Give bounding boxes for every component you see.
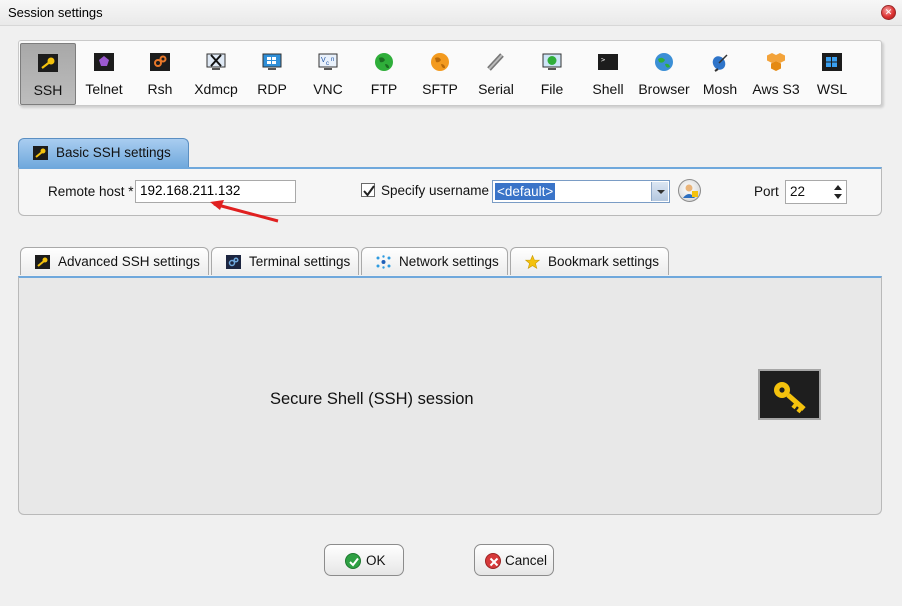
tab-network-settings[interactable]: Network settings	[361, 247, 508, 275]
session-type-xdmcp[interactable]: Xdmcp	[188, 43, 244, 105]
file-monitor-icon	[542, 53, 562, 70]
session-type-ssh[interactable]: SSH	[20, 43, 76, 105]
ftp-globe-icon	[375, 53, 393, 71]
xdmcp-icon	[206, 53, 226, 70]
ssh-key-large-icon	[758, 369, 821, 420]
session-type-ftp[interactable]: FTP	[356, 43, 412, 105]
session-type-sftp[interactable]: SFTP	[412, 43, 468, 105]
remote-host-label: Remote host *	[48, 184, 134, 199]
user-icon	[683, 184, 698, 198]
aws-s3-icon	[767, 53, 785, 71]
mosh-satellite-icon	[712, 54, 728, 72]
session-description: Secure Shell (SSH) session	[270, 390, 474, 408]
session-type-rsh[interactable]: Rsh	[132, 43, 188, 105]
specify-username-checkbox[interactable]	[361, 183, 375, 197]
session-type-rdp[interactable]: RDP	[244, 43, 300, 105]
svg-text:>: >	[601, 56, 605, 64]
annotation-arrow-icon	[210, 200, 279, 223]
svg-text:c: c	[326, 61, 329, 67]
tab-terminal-settings[interactable]: Terminal settings	[211, 247, 359, 275]
check-circle-icon	[345, 553, 361, 569]
session-type-telnet[interactable]: Telnet	[76, 43, 132, 105]
shell-terminal-icon: >	[598, 54, 618, 70]
port-stepper[interactable]: 22	[785, 180, 847, 204]
rsh-icon	[150, 53, 170, 71]
tab-advanced-ssh-settings[interactable]: Advanced SSH settings	[20, 247, 209, 275]
key-icon	[774, 382, 806, 414]
close-button[interactable]: ✕	[881, 5, 896, 20]
session-type-browser[interactable]: Browser	[636, 43, 692, 105]
username-selected-value: <default>	[495, 183, 556, 200]
tab-basic-ssh-settings[interactable]: Basic SSH settings	[18, 138, 189, 168]
vnc-monitor-icon: V c n	[318, 53, 338, 70]
wrench-key-icon	[33, 146, 48, 160]
terminal-icon	[226, 255, 241, 269]
session-type-shell[interactable]: > Shell	[580, 43, 636, 105]
wsl-windows-icon	[822, 53, 842, 71]
session-type-toolbar: SSH Telnet Rsh Xdmcp RDP V c n VNC FTP S…	[18, 40, 882, 106]
sftp-globe-icon	[431, 53, 449, 71]
session-type-file[interactable]: File	[524, 43, 580, 105]
close-icon: ✕	[884, 7, 893, 17]
cancel-button[interactable]: Cancel	[474, 544, 554, 576]
ok-button[interactable]: OK	[324, 544, 404, 576]
browser-globe-icon	[655, 53, 673, 71]
star-icon	[525, 255, 540, 269]
session-type-serial[interactable]: Serial	[468, 43, 524, 105]
wrench-key-icon	[35, 255, 50, 269]
network-icon	[376, 255, 391, 269]
checkmark-icon	[363, 185, 375, 197]
specify-username-label: Specify username	[381, 183, 490, 198]
rdp-monitor-icon	[262, 53, 282, 70]
session-type-mosh[interactable]: Mosh	[692, 43, 748, 105]
user-manager-button[interactable]	[678, 179, 701, 202]
port-label: Port	[754, 184, 779, 199]
username-combobox[interactable]: <default>	[492, 180, 670, 203]
ssh-key-icon	[38, 54, 58, 72]
telnet-icon	[94, 53, 114, 71]
spin-arrows-icon[interactable]	[833, 183, 843, 201]
chevron-down-icon[interactable]	[651, 182, 668, 201]
port-value: 22	[790, 184, 806, 199]
session-type-aws-s3[interactable]: Aws S3	[748, 43, 804, 105]
session-type-wsl[interactable]: WSL	[804, 43, 860, 105]
session-type-vnc[interactable]: V c n VNC	[300, 43, 356, 105]
cancel-circle-icon	[485, 553, 501, 569]
tab-bookmark-settings[interactable]: Bookmark settings	[510, 247, 669, 275]
title-bar: Session settings ✕	[0, 0, 902, 26]
svg-text:n: n	[331, 57, 334, 63]
window-title: Session settings	[8, 5, 103, 20]
serial-plug-icon	[487, 53, 504, 71]
